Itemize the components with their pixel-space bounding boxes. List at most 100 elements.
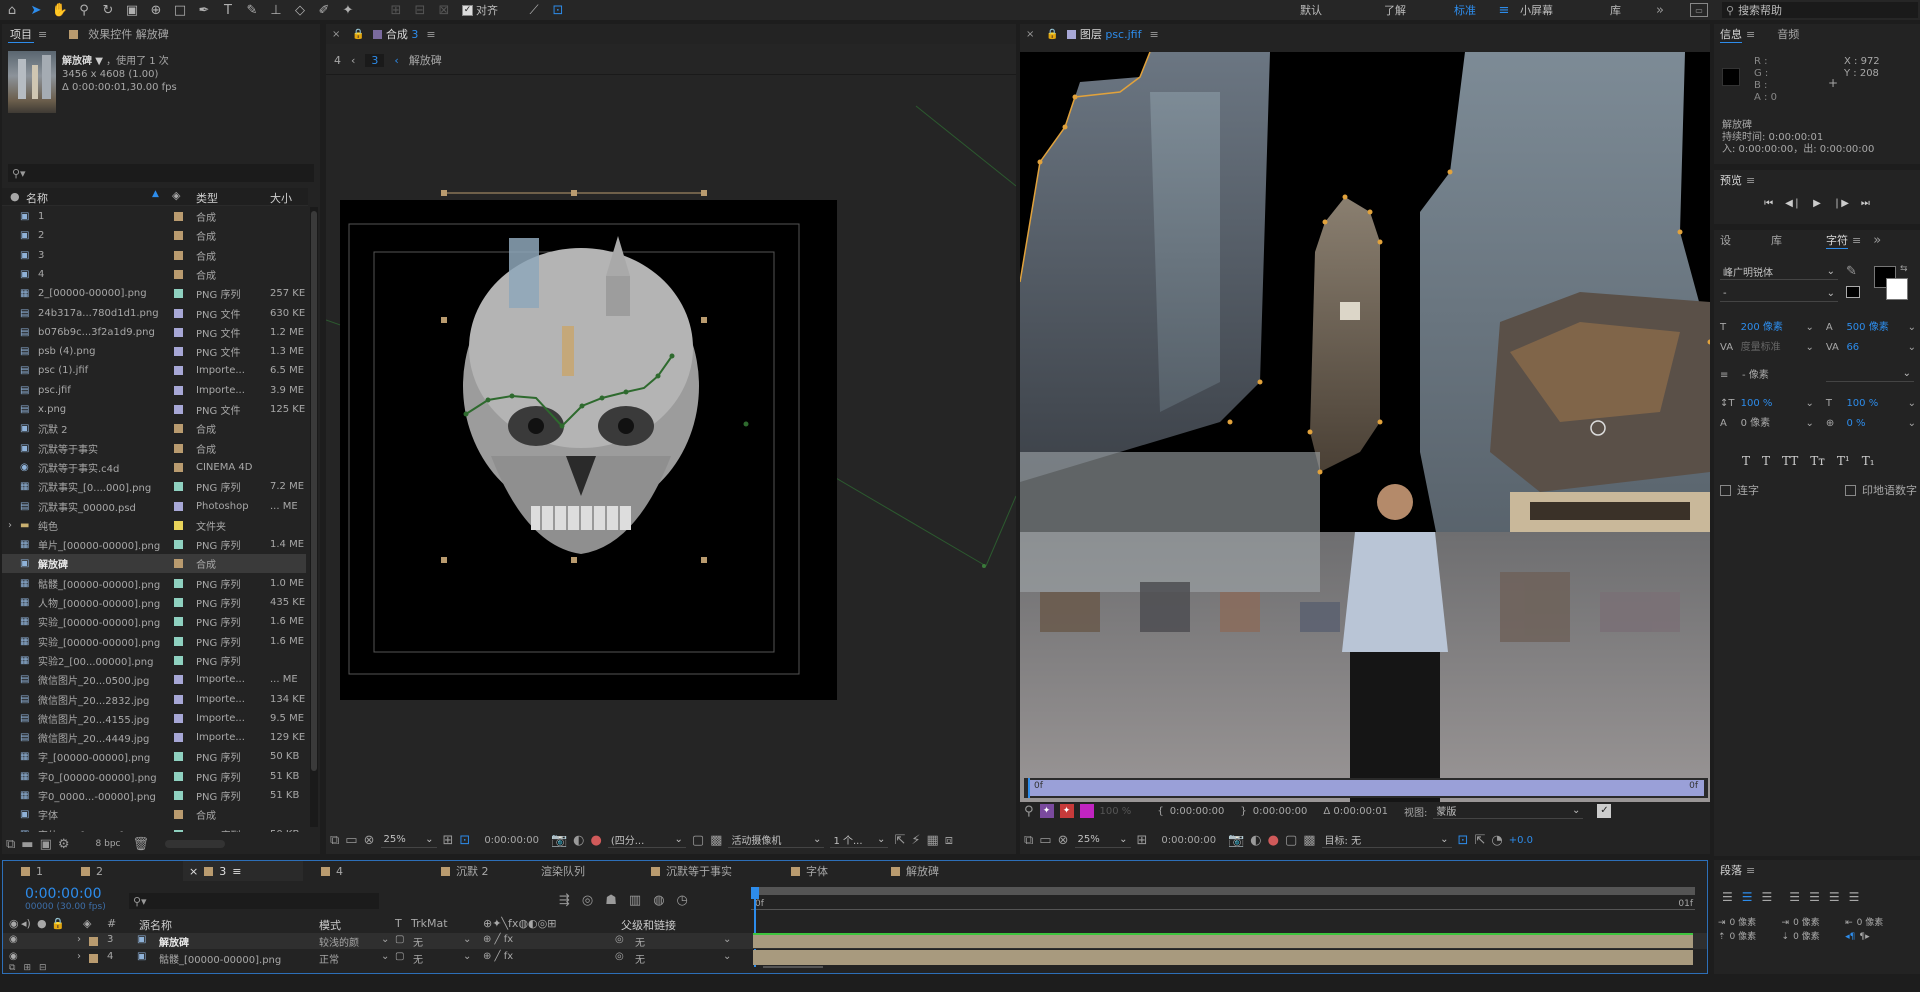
column-name[interactable]: 名称	[26, 190, 48, 206]
safe-margins-icon[interactable]: ⊞	[1137, 833, 1148, 848]
panel-menu-icon[interactable]: ≡	[232, 865, 241, 878]
render-checkbox[interactable]: ✓	[1597, 804, 1612, 818]
mask-visibility-icon[interactable]: ⊗	[364, 833, 375, 848]
text-style-button[interactable]: T	[1742, 454, 1750, 468]
font-size-value[interactable]: 200 像素	[1741, 318, 1802, 338]
close-icon[interactable]: ×	[1026, 29, 1034, 40]
exposure-value[interactable]: +0.0	[1509, 835, 1533, 846]
text-style-button[interactable]: Tт	[1810, 454, 1825, 468]
label-swatch[interactable]	[174, 617, 183, 627]
axis-local-icon[interactable]: ⊞	[384, 0, 408, 20]
lock-icon[interactable]: 🔒	[51, 917, 65, 930]
label-swatch[interactable]	[174, 578, 183, 588]
chevron-right-icon[interactable]: ›	[77, 951, 81, 962]
project-item[interactable]: ▦ 实验_[00000-00000].png PNG 序列 1.6 ME	[2, 632, 306, 651]
project-search[interactable]: ⚲▾	[8, 164, 314, 182]
lock-icon[interactable]: 🔒	[1046, 29, 1058, 40]
project-item[interactable]: ▦ 2_[00000-00000].png PNG 序列 257 KE	[2, 284, 306, 303]
label-swatch[interactable]	[174, 655, 183, 665]
snap-edge-icon[interactable]: ⟋	[522, 0, 546, 20]
chevron-down-icon[interactable]: ⌄	[381, 934, 389, 945]
project-item[interactable]: ▣ 沉默等于事实 合成	[2, 439, 306, 458]
project-item[interactable]: ▣ 字体 合成	[2, 805, 306, 824]
col-trkmat[interactable]: TrkMat	[411, 917, 448, 930]
label-swatch[interactable]	[174, 308, 183, 318]
project-settings-icon[interactable]: ⚙	[58, 837, 70, 852]
stroke-type-dropdown[interactable]: ⌄	[1826, 366, 1914, 382]
label-swatch[interactable]	[174, 598, 183, 607]
justify-all-icon[interactable]: ☰	[1849, 890, 1860, 904]
motion-blur-icon[interactable]: ◍	[653, 893, 664, 908]
out-time[interactable]: 0:00:00:00	[1253, 806, 1308, 817]
rotate-tool-icon[interactable]: ↻	[96, 0, 120, 20]
reset-exposure-icon[interactable]: ⊡	[1458, 833, 1469, 848]
tab-preview[interactable]: 预览	[1720, 172, 1742, 188]
out-bracket-icon[interactable]: }	[1240, 806, 1246, 817]
label-swatch[interactable]	[174, 366, 183, 376]
tab-layer[interactable]: 图层 psc.jfif	[1080, 26, 1142, 42]
eye-icon[interactable]: ◉	[9, 934, 18, 945]
label-swatch[interactable]	[174, 482, 183, 492]
view-layout-dropdown[interactable]: 1 个... ⌄	[830, 832, 889, 848]
chevron-down-icon[interactable]: ⌄	[1908, 318, 1916, 338]
workspace-standard[interactable]: 标准	[1444, 2, 1494, 18]
parent-dropdown[interactable]: 无	[635, 934, 645, 949]
chevron-down-icon[interactable]: ⌄	[463, 951, 471, 962]
align-right-icon[interactable]: ☰	[1762, 890, 1773, 904]
label-swatch[interactable]	[174, 559, 183, 569]
col-mode[interactable]: 模式	[319, 917, 341, 933]
text-style-button[interactable]: T¹	[1837, 454, 1850, 468]
project-item[interactable]: ▦ 实验2_[00...00000].png PNG 序列	[2, 651, 306, 670]
panel-menu-icon[interactable]: ≡	[38, 28, 47, 41]
switches-icon[interactable]: ⊕✦╲fx◍◐◎⊞	[483, 917, 556, 930]
text-direction-rtl-icon[interactable]: ¶▸	[1859, 930, 1869, 944]
close-icon[interactable]: ×	[189, 865, 198, 878]
chevron-down-icon[interactable]: ⌄	[1805, 394, 1813, 414]
project-item[interactable]: ▦ 实验_[00000-00000].png PNG 序列 1.6 ME	[2, 612, 306, 631]
eyedropper-icon[interactable]: ✎	[1846, 264, 1857, 279]
project-item[interactable]: ▤ 沉默事实_00000.psd Photoshop ... ME	[2, 497, 306, 516]
text-style-button[interactable]: T₁	[1862, 454, 1875, 468]
project-item[interactable]: ▦ 字_[00000-00000].png PNG 序列 50 KB	[2, 747, 306, 766]
col-source-name[interactable]: 源名称	[139, 917, 172, 933]
hide-shy-icon[interactable]: ☗	[605, 893, 617, 908]
hindi-digits-checkbox[interactable]	[1845, 484, 1856, 496]
project-item[interactable]: ▣ 解放碑 合成	[2, 554, 306, 574]
roto-brush-tool-icon[interactable]: ✐	[312, 0, 336, 20]
text-direction-icon[interactable]: ◂¶	[1845, 930, 1855, 944]
tab-project[interactable]: 项目	[8, 26, 34, 43]
preserve-transparency-checkbox[interactable]: ▢	[395, 951, 404, 962]
safe-margins-icon[interactable]: ⊞	[443, 833, 454, 848]
breadcrumb-current[interactable]: 3	[365, 53, 385, 67]
new-folder-icon[interactable]: ▬	[21, 837, 33, 852]
camera-tool-icon[interactable]: ▣	[120, 0, 144, 20]
label-swatch[interactable]	[174, 212, 183, 221]
last-frame-icon[interactable]: ⏭	[1861, 198, 1870, 209]
chevron-down-icon[interactable]: ⌄	[1805, 318, 1813, 338]
more-workspaces-icon[interactable]: »	[1650, 3, 1670, 18]
layer-switches[interactable]: ⊕ ╱ fx	[483, 934, 513, 945]
chevron-down-icon[interactable]: ⌄	[723, 934, 731, 945]
chevron-down-icon[interactable]: ⌄	[1908, 394, 1916, 414]
timeline-ruler[interactable]: 0f 01f	[751, 885, 1695, 913]
stroke-color-swatch[interactable]	[1886, 278, 1908, 300]
ligature-checkbox[interactable]	[1720, 484, 1731, 496]
axis-world-icon[interactable]: ⊟	[408, 0, 432, 20]
brush-tool-icon[interactable]: ✎	[240, 0, 264, 20]
zoom-slider[interactable]	[763, 966, 823, 968]
baseline-shift-value[interactable]: 0 像素	[1741, 414, 1802, 434]
project-item[interactable]: ▣ 1 合成	[2, 207, 306, 226]
project-item[interactable]: ▦ 单片_[00000-00000].png PNG 序列 1.4 ME	[2, 535, 306, 554]
label-swatch[interactable]	[174, 424, 183, 434]
workspace-learn[interactable]: 了解	[1370, 2, 1444, 18]
horizontal-scale-value[interactable]: 100 %	[1846, 394, 1903, 414]
label-swatch[interactable]	[174, 501, 183, 511]
timeline-tab[interactable]: 沉默 2	[423, 861, 523, 881]
scroll-thumb[interactable]	[311, 211, 317, 771]
align-center-icon[interactable]: ☰	[1742, 890, 1753, 904]
label-swatch[interactable]	[174, 289, 183, 299]
snapshot-icon[interactable]: 📷	[1228, 833, 1244, 848]
workspace-default[interactable]: 默认	[1300, 2, 1370, 18]
label-swatch[interactable]	[174, 540, 183, 550]
eraser-tool-icon[interactable]: ◇	[288, 0, 312, 20]
